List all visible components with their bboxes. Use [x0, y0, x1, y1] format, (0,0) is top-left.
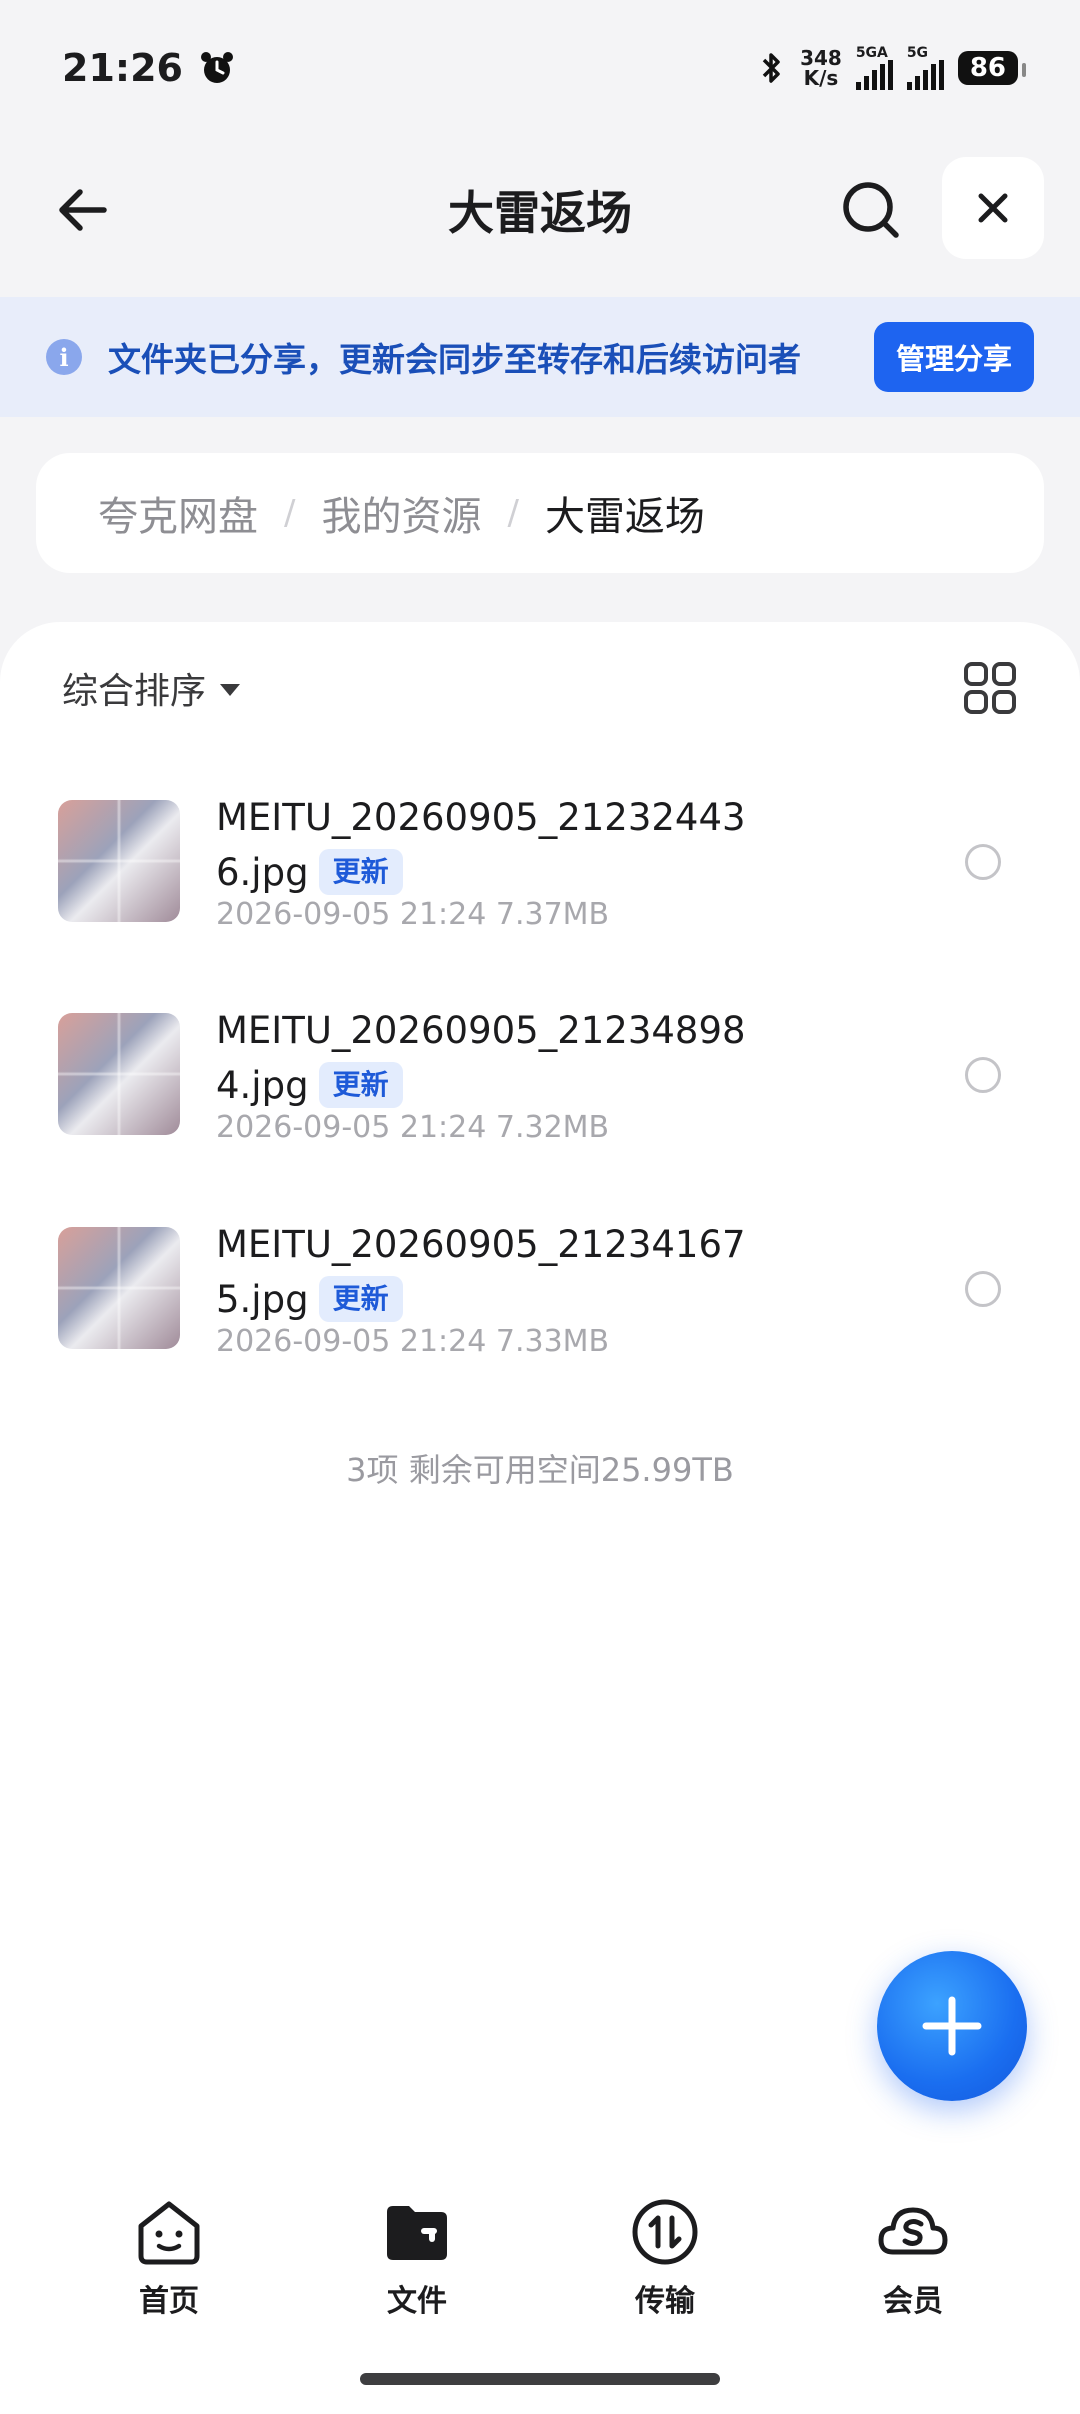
breadcrumb-current: 大雷返场: [544, 494, 705, 540]
file-meta: 2026-09-05 21:24 7.33MB: [216, 1324, 610, 1359]
share-banner: i 文件夹已分享，更新会同步至转存和后续访问者 管理分享: [0, 297, 1080, 417]
close-button[interactable]: [942, 157, 1044, 259]
file-name: MEITU_20260905_212341675.jpg 更新: [216, 1223, 746, 1322]
battery-indicator: 86: [957, 50, 1027, 85]
close-icon: [978, 193, 1008, 223]
breadcrumb-separator: /: [284, 493, 296, 533]
breadcrumb-separator: /: [507, 493, 519, 533]
list-item[interactable]: MEITU_20260905_212341675.jpg 更新 2026-09-0…: [0, 1223, 1080, 1427]
folder-icon: [387, 2206, 447, 2260]
file-meta: 2026-09-05 21:24 7.37MB: [216, 897, 610, 932]
tab-label: 首页: [139, 2284, 199, 2319]
breadcrumb-item-root[interactable]: 夸克网盘: [98, 484, 258, 542]
tab-home[interactable]: 首页: [45, 2180, 293, 2340]
home-indicator[interactable]: [360, 2373, 720, 2385]
caret-down-icon: [220, 684, 241, 696]
tab-label: 传输: [635, 2284, 695, 2319]
list-item[interactable]: MEITU_20260905_212348984.jpg 更新 2026-09-0…: [0, 1009, 1080, 1213]
image-thumbnail: [58, 1227, 180, 1349]
transfer-icon: [632, 2199, 698, 2265]
breadcrumb-item-resources[interactable]: 我的资源: [321, 484, 481, 542]
signal-bars-icon: [906, 59, 944, 90]
page-title: 大雷返场: [448, 186, 632, 240]
breadcrumb: 夸克网盘 / 我的资源 / 大雷返场: [36, 453, 1044, 573]
back-arrow-icon[interactable]: [50, 177, 116, 243]
image-thumbnail: [58, 800, 180, 922]
tab-label: 文件: [387, 2284, 447, 2319]
clock-time: 21:26: [62, 45, 183, 90]
add-button[interactable]: [877, 1951, 1027, 2101]
search-icon[interactable]: [838, 177, 904, 243]
status-left: 21:26: [62, 46, 237, 90]
update-badge: 更新: [318, 1276, 403, 1322]
storage-summary: 3项 剩余可用空间25.99TB: [346, 1451, 734, 1489]
sort-dropdown[interactable]: 综合排序: [62, 662, 241, 714]
nav-bar: 大雷返场: [0, 145, 1080, 275]
select-radio[interactable]: [965, 844, 1001, 880]
tab-membership[interactable]: 会员: [789, 2180, 1037, 2340]
signal-2: 5G: [906, 46, 944, 90]
signal-1: 5GA: [855, 46, 893, 90]
info-icon: i: [46, 339, 82, 375]
update-badge: 更新: [318, 849, 403, 895]
sort-label: 综合排序: [62, 671, 207, 712]
tab-label: 会员: [883, 2284, 943, 2319]
select-radio[interactable]: [965, 1271, 1001, 1307]
manage-share-button[interactable]: 管理分享: [873, 322, 1034, 392]
tab-files[interactable]: 文件: [293, 2180, 541, 2340]
file-meta: 2026-09-05 21:24 7.32MB: [216, 1110, 610, 1145]
list-item[interactable]: MEITU_20260905_212324436.jpg 更新 2026-09-0…: [0, 796, 1080, 1000]
status-right: 348 K/s 5GA 5G 86: [758, 45, 1027, 90]
file-name: MEITU_20260905_212348984.jpg 更新: [216, 1009, 746, 1108]
tab-transfer[interactable]: 传输: [541, 2180, 789, 2340]
cloud-s-icon: [878, 2207, 948, 2255]
file-name: MEITU_20260905_212324436.jpg 更新: [216, 796, 746, 895]
update-badge: 更新: [318, 1062, 403, 1108]
grid-view-icon[interactable]: [962, 660, 1018, 716]
plus-icon: [922, 1996, 982, 2056]
bottom-tab-bar: 首页 文件 传输 会员: [0, 2180, 1080, 2340]
signal-bars-icon: [855, 59, 893, 90]
home-face-icon: [138, 2201, 200, 2265]
select-radio[interactable]: [965, 1057, 1001, 1093]
status-bar: 21:26 348 K/s 5GA 5G 86: [0, 0, 1080, 135]
share-banner-text: 文件夹已分享，更新会同步至转存和后续访问者: [108, 340, 801, 379]
image-thumbnail: [58, 1013, 180, 1135]
bluetooth-icon: [762, 52, 780, 83]
network-speed: 348 K/s: [800, 45, 842, 90]
alarm-icon: [200, 51, 233, 83]
